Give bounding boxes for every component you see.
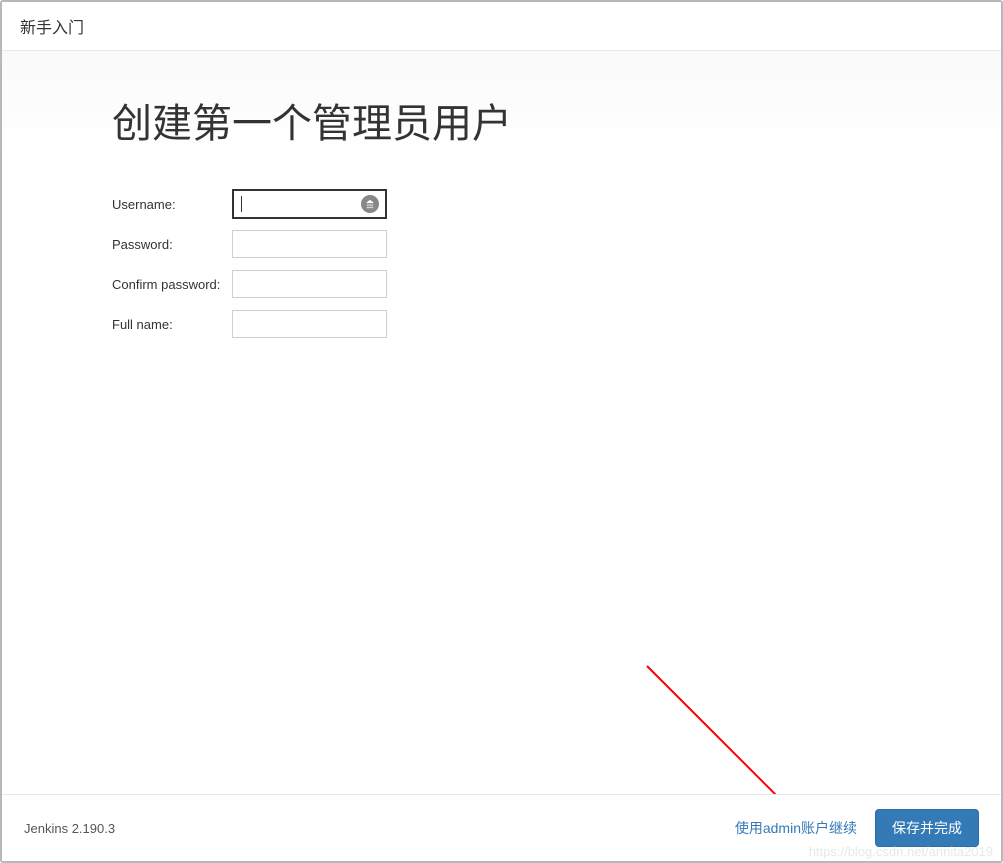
- username-label: Username:: [112, 184, 232, 224]
- confirm-password-input[interactable]: [232, 270, 387, 298]
- header: 新手入门: [2, 2, 1001, 51]
- save-and-finish-button[interactable]: 保存并完成: [875, 809, 979, 847]
- footer: Jenkins 2.190.3 使用admin账户继续 保存并完成: [2, 794, 1001, 861]
- username-row: Username:: [112, 184, 387, 224]
- confirm-password-row: Confirm password:: [112, 264, 387, 304]
- page-title: 创建第一个管理员用户: [112, 91, 1001, 149]
- username-input-cell: [232, 184, 387, 224]
- fullname-row: Full name:: [112, 304, 387, 344]
- autofill-icon: [361, 195, 379, 213]
- footer-actions: 使用admin账户继续 保存并完成: [735, 809, 979, 847]
- password-label: Password:: [112, 224, 232, 264]
- setup-wizard-window: 新手入门 创建第一个管理员用户 Username: Password:: [0, 0, 1003, 863]
- header-title: 新手入门: [20, 14, 983, 38]
- password-row: Password:: [112, 224, 387, 264]
- content-area: 创建第一个管理员用户 Username: Password:: [2, 51, 1001, 794]
- fullname-input[interactable]: [232, 310, 387, 338]
- fullname-label: Full name:: [112, 304, 232, 344]
- password-input[interactable]: [232, 230, 387, 258]
- version-label: Jenkins 2.190.3: [24, 821, 115, 836]
- annotation-arrow: [642, 661, 822, 794]
- admin-user-form: Username: Password: Confirm password:: [112, 184, 387, 344]
- fullname-input-cell: [232, 304, 387, 344]
- continue-as-admin-link[interactable]: 使用admin账户继续: [735, 818, 857, 838]
- confirm-password-input-cell: [232, 264, 387, 304]
- text-cursor: [241, 196, 242, 212]
- password-input-cell: [232, 224, 387, 264]
- confirm-password-label: Confirm password:: [112, 264, 232, 304]
